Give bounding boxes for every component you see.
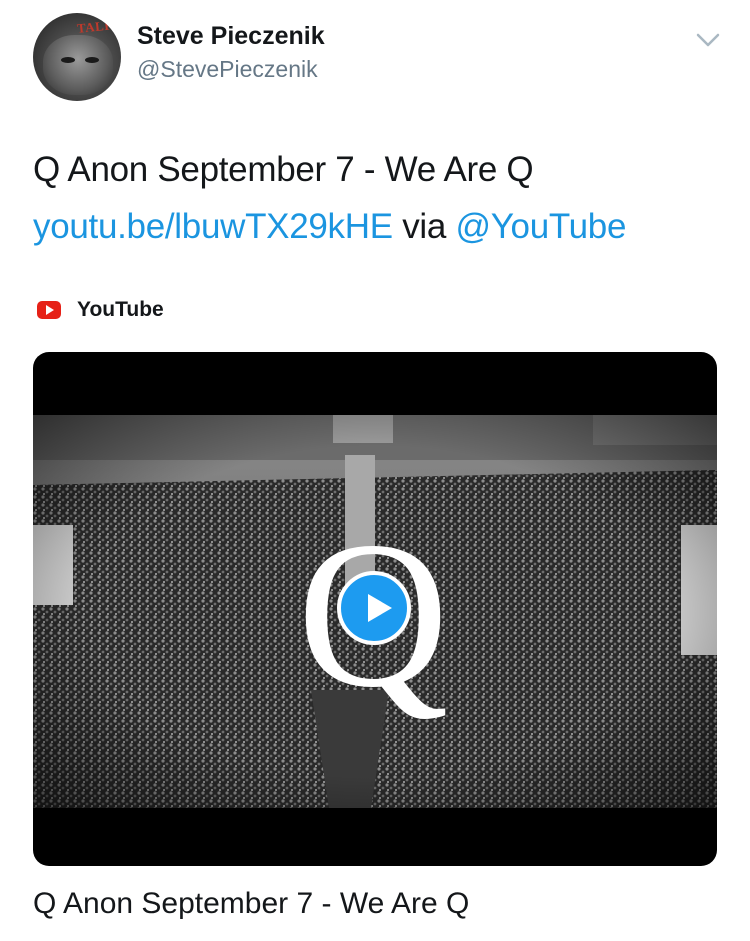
card-title[interactable]: Q Anon September 7 - We Are Q: [33, 887, 469, 921]
youtube-logo-icon: [37, 301, 61, 319]
author-name[interactable]: Steve Pieczenik: [137, 22, 325, 51]
author-handle[interactable]: @StevePieczenik: [137, 56, 318, 83]
avatar-hat-lettering: TALK: [76, 17, 116, 36]
chevron-down-icon[interactable]: [694, 26, 722, 54]
author-avatar[interactable]: TALK: [33, 13, 121, 101]
avatar-eye-right: [85, 57, 99, 63]
card-source: YouTube: [37, 298, 164, 322]
avatar-face: [43, 35, 113, 95]
play-icon[interactable]: [337, 571, 411, 645]
tweet-link-line: youtu.be/lbuwTX29kHE via @YouTube: [33, 207, 626, 247]
video-link[interactable]: youtu.be/lbuwTX29kHE: [33, 207, 393, 246]
tweet-text: Q Anon September 7 - We Are Q: [33, 150, 534, 189]
via-text: via: [392, 207, 456, 246]
avatar-eye-left: [61, 57, 75, 63]
video-card[interactable]: Q: [33, 352, 717, 866]
card-source-label: YouTube: [77, 298, 164, 321]
youtube-mention-link[interactable]: @YouTube: [455, 207, 626, 246]
